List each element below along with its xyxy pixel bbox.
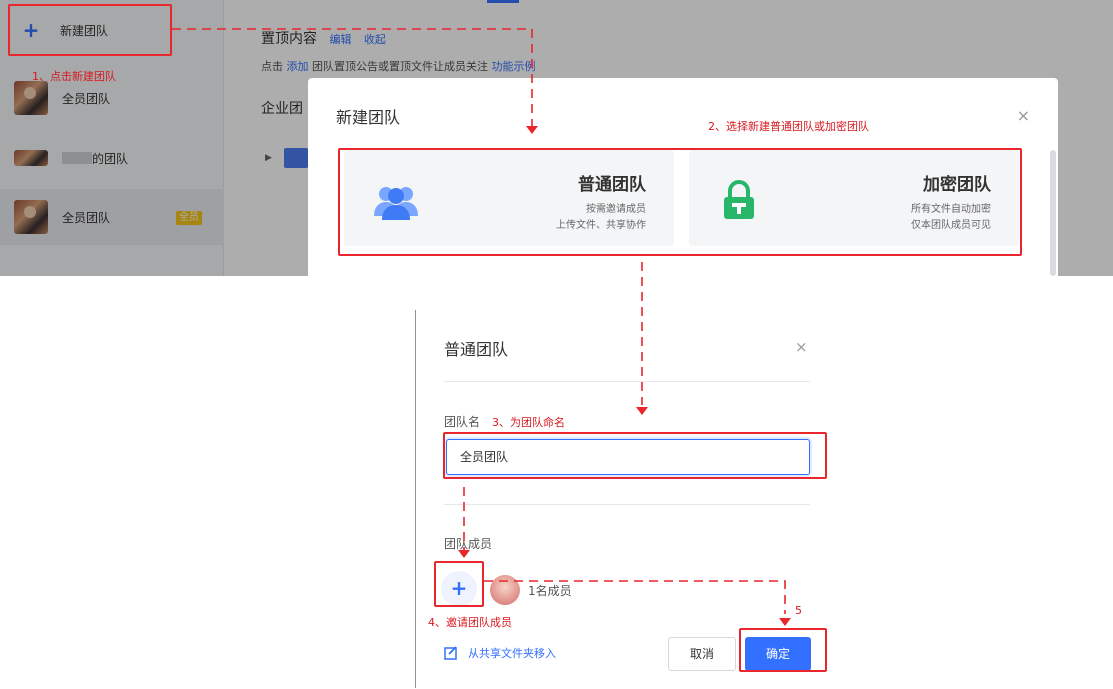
- close-icon[interactable]: ×: [795, 338, 808, 356]
- highlight-box: [739, 628, 827, 672]
- step4-annotation: 4、邀请团队成员: [428, 616, 512, 629]
- move-from-shared-link[interactable]: 从共享文件夹移入: [444, 645, 556, 661]
- edit-square-icon: [444, 646, 457, 660]
- tutorial-canvas: + 新建团队 全员团队 的团队 全员团队 全员 置顶内容 编辑 收起 点击 添加…: [0, 0, 1113, 689]
- member-avatar: [490, 575, 520, 605]
- step3-annotation: 3、为团队命名: [492, 416, 565, 429]
- highlight-box: [443, 432, 827, 479]
- scrollbar[interactable]: [1050, 150, 1056, 276]
- highlight-box: [338, 148, 1022, 256]
- divider: [444, 381, 810, 382]
- dialog-title: 新建团队: [336, 108, 401, 127]
- highlight-box: [434, 561, 484, 607]
- close-icon[interactable]: ×: [1017, 106, 1030, 125]
- team-name-label: 团队名: [444, 415, 481, 429]
- highlight-box: [8, 4, 172, 56]
- member-count[interactable]: 1名成员: [528, 582, 572, 599]
- step2-annotation: 2、选择新建普通团队或加密团队: [708, 120, 869, 133]
- step1-annotation: 1、点击新建团队: [32, 70, 116, 83]
- step5-annotation: 5: [795, 604, 802, 617]
- move-link-label: 从共享文件夹移入: [468, 647, 556, 660]
- dialog-left-edge: [415, 310, 416, 688]
- members-label: 团队成员: [444, 537, 493, 551]
- cancel-button[interactable]: 取消: [668, 637, 736, 671]
- divider: [444, 504, 810, 505]
- dialog-title: 普通团队: [444, 340, 509, 359]
